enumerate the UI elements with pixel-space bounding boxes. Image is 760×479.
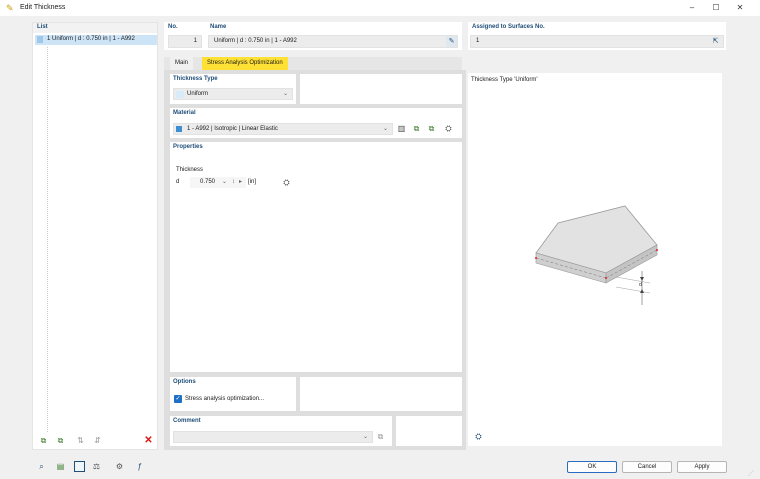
properties-panel: Properties Thickness d 0.750 ⌄ ↕ ▸ [in] … xyxy=(170,142,462,372)
window-title: Edit Thickness xyxy=(20,4,66,11)
delete-icon[interactable]: ✕ xyxy=(143,435,154,446)
settings-icon[interactable]: ⚙ xyxy=(114,461,125,472)
dim-extension-top xyxy=(615,276,651,284)
list-item[interactable]: 1 Uniform | d : 0.750 in | 1 - A992 xyxy=(35,35,157,45)
maximize-button[interactable]: ☐ xyxy=(704,0,728,16)
table-icon[interactable]: ▤ xyxy=(55,461,66,472)
assigned-label: Assigned to Surfaces No. xyxy=(472,24,545,30)
new-material-icon[interactable]: ⧉ xyxy=(411,123,422,134)
thickness-type-value: Uniform xyxy=(187,91,209,97)
tab-stress-analysis-optimization[interactable]: Stress Analysis Optimization xyxy=(202,57,288,70)
chevron-down-icon: ⌄ xyxy=(382,126,388,132)
thickness-type-select[interactable]: Uniform ⌄ xyxy=(173,88,293,100)
no-field[interactable]: 1 xyxy=(168,35,202,48)
units-icon[interactable]: ⚖ xyxy=(91,461,102,472)
list-header-bg xyxy=(33,23,157,33)
thickness-unit: [in] xyxy=(248,179,257,185)
select-surfaces-icon[interactable]: ⇱ xyxy=(710,36,721,47)
function-icon[interactable]: ƒ xyxy=(134,461,145,472)
copy-item-icon[interactable]: ⧉ xyxy=(55,435,66,446)
header-panel: No. 1 Name Uniform | d : 0.750 in | 1 - … xyxy=(164,22,462,50)
list-item-label: 1 Uniform | d : 0.750 in | 1 - A992 xyxy=(47,36,135,42)
comment-panel: Comment ⌄ ⧉ xyxy=(170,416,392,446)
comment-label: Comment xyxy=(173,418,201,424)
material-info-icon[interactable]: ⛭ xyxy=(443,123,454,134)
stress-optimization-checkbox[interactable]: ✓ xyxy=(174,395,182,403)
close-button[interactable]: ✕ xyxy=(728,0,752,16)
material-label: Material xyxy=(173,110,196,116)
title-bar: ✎ Edit Thickness – ☐ ✕ xyxy=(0,0,760,16)
color-icon[interactable] xyxy=(74,461,85,472)
dim-extension-bottom xyxy=(615,286,651,294)
assigned-panel: Assigned to Surfaces No. 1 ⇱ xyxy=(468,22,726,50)
thickness-type-label: Thickness Type xyxy=(173,76,218,82)
thickness-preview-graphic xyxy=(535,205,658,305)
cancel-button[interactable]: Cancel xyxy=(622,461,672,473)
material-library-icon[interactable]: ▥ xyxy=(396,123,407,134)
edit-material-icon[interactable]: ⧉ xyxy=(426,123,437,134)
list-tree-line xyxy=(47,47,48,432)
name-value: Uniform | d : 0.750 in | 1 - A992 xyxy=(214,38,297,44)
material-panel: Material 1 - A992 | Isotropic | Linear E… xyxy=(170,108,462,138)
check-items-icon[interactable]: ⇅ xyxy=(75,435,86,446)
properties-label: Properties xyxy=(173,144,203,150)
material-color-swatch xyxy=(176,126,182,132)
app-icon: ✎ xyxy=(6,3,14,13)
apply-button[interactable]: Apply xyxy=(677,461,727,473)
assigned-field[interactable]: 1 xyxy=(470,35,724,48)
no-label: No. xyxy=(168,24,178,30)
list-item-color-swatch xyxy=(37,36,43,43)
thickness-input[interactable]: 0.750 ⌄ ↕ ▸ xyxy=(190,177,246,188)
thickness-type-blank-panel xyxy=(300,74,462,104)
name-label: Name xyxy=(210,24,227,30)
new-item-icon[interactable]: ⧉ xyxy=(38,435,49,446)
thickness-type-panel: Thickness Type Uniform ⌄ xyxy=(170,74,296,104)
list-panel: List 1 Uniform | d : 0.750 in | 1 - A992… xyxy=(32,22,158,450)
dim-label: d xyxy=(639,282,642,288)
thickness-value: 0.750 xyxy=(200,179,216,185)
search-icon[interactable]: ⌕ xyxy=(36,461,47,472)
ok-button[interactable]: OK xyxy=(567,461,617,473)
preview-options-icon[interactable]: ⛭ xyxy=(473,431,484,442)
uncheck-items-icon[interactable]: ⇵ xyxy=(92,435,103,446)
options-label: Options xyxy=(173,379,196,385)
options-blank-panel xyxy=(300,377,462,411)
thickness-type-swatch xyxy=(176,91,184,98)
name-field[interactable]: Uniform | d : 0.750 in | 1 - A992 xyxy=(208,35,458,48)
material-select[interactable]: 1 - A992 | Isotropic | Linear Elastic ⌄ xyxy=(173,123,393,135)
chevron-down-icon: ⌄ xyxy=(282,91,288,97)
list-header: List xyxy=(37,24,48,30)
spinner-icon[interactable]: ↕ xyxy=(232,177,235,188)
chevron-down-icon: ⌄ xyxy=(362,434,368,440)
assigned-value: 1 xyxy=(476,38,480,44)
tab-main[interactable]: Main xyxy=(170,57,194,70)
arrow-right-icon[interactable]: ▸ xyxy=(239,177,242,188)
resize-grip-icon[interactable]: ⋰ xyxy=(748,470,754,477)
thickness-label: Thickness xyxy=(176,167,204,173)
plate-node-1 xyxy=(535,257,537,259)
thickness-symbol: d xyxy=(176,179,180,185)
thickness-info-icon[interactable]: ⛭ xyxy=(281,177,292,188)
options-panel: Options ✓ Stress analysis optimization..… xyxy=(170,377,296,411)
chevron-down-icon[interactable]: ⌄ xyxy=(222,177,227,188)
plate-node-2 xyxy=(656,249,658,251)
dim-arrow-top xyxy=(640,277,644,281)
comment-blank-panel xyxy=(396,416,462,446)
dim-arrow-bottom xyxy=(640,289,644,293)
stress-optimization-label: Stress analysis optimization... xyxy=(185,396,265,402)
plate-node-3 xyxy=(605,277,607,279)
material-value: 1 - A992 | Isotropic | Linear Elastic xyxy=(187,126,278,132)
comment-input[interactable]: ⌄ xyxy=(173,431,373,443)
minimize-button[interactable]: – xyxy=(680,0,704,16)
comment-library-icon[interactable]: ⧉ xyxy=(375,431,386,442)
preview-panel: Thickness Type 'Uniform' d ⛭ xyxy=(468,73,722,446)
edit-name-icon[interactable]: ✎ xyxy=(446,36,457,47)
